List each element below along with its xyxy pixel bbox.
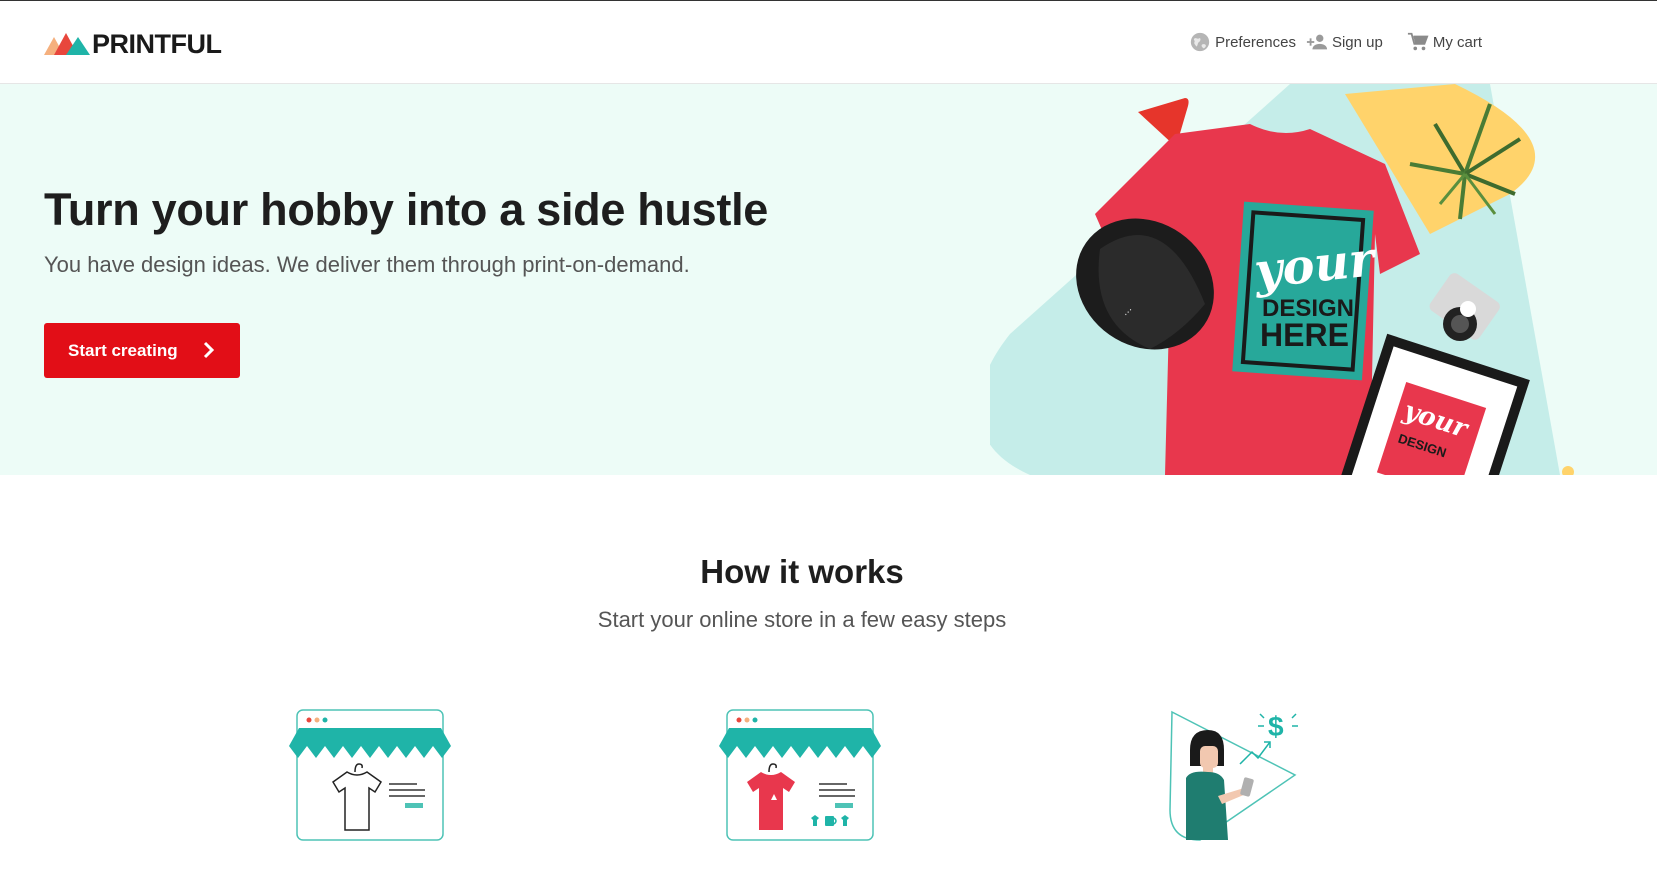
hero-subtitle: You have design ideas. We deliver them t… (44, 252, 690, 277)
printful-logo[interactable]: PRINTFUL (44, 28, 222, 59)
svg-text:HERE: HERE (1260, 317, 1349, 353)
dollar-sign-icon: $ (1268, 711, 1284, 742)
hero-section: Turn your hobby into a side hustle You h… (0, 84, 1657, 475)
chevron-right-icon (203, 341, 215, 359)
hero-title: Turn your hobby into a side hustle (44, 184, 768, 235)
preferences-link[interactable]: Preferences (1189, 31, 1296, 53)
store-blank-tshirt-icon (289, 709, 451, 841)
start-creating-button[interactable]: Start creating (44, 323, 240, 378)
how-it-works-title: How it works (700, 553, 904, 590)
printful-logo-icon (44, 33, 90, 55)
globe-icon (1190, 32, 1210, 52)
add-user-icon (1306, 34, 1328, 50)
logo-wordmark: PRINTFUL (92, 28, 222, 59)
header-nav: Preferences Sign up My cart (1189, 31, 1482, 53)
cart-label: My cart (1432, 33, 1482, 51)
signup-label: Sign up (1331, 33, 1383, 51)
how-it-works-subtitle: Start your online store in a few easy st… (597, 607, 1007, 632)
store-red-tshirt-icon (719, 709, 881, 841)
signup-link[interactable]: Sign up (1306, 31, 1383, 53)
hero-product-image: your DESIGN HERE … your DESIGN (990, 84, 1574, 475)
cart-link[interactable]: My cart (1407, 31, 1482, 53)
cart-icon (1407, 32, 1429, 51)
woman-earning-money-icon: $ (1169, 710, 1298, 841)
site-header: PRINTFUL Preferences Sign up My cart (0, 1, 1657, 84)
yellow-dot (1562, 466, 1574, 475)
preferences-label: Preferences (1215, 33, 1296, 51)
start-creating-label: Start creating (68, 340, 178, 360)
